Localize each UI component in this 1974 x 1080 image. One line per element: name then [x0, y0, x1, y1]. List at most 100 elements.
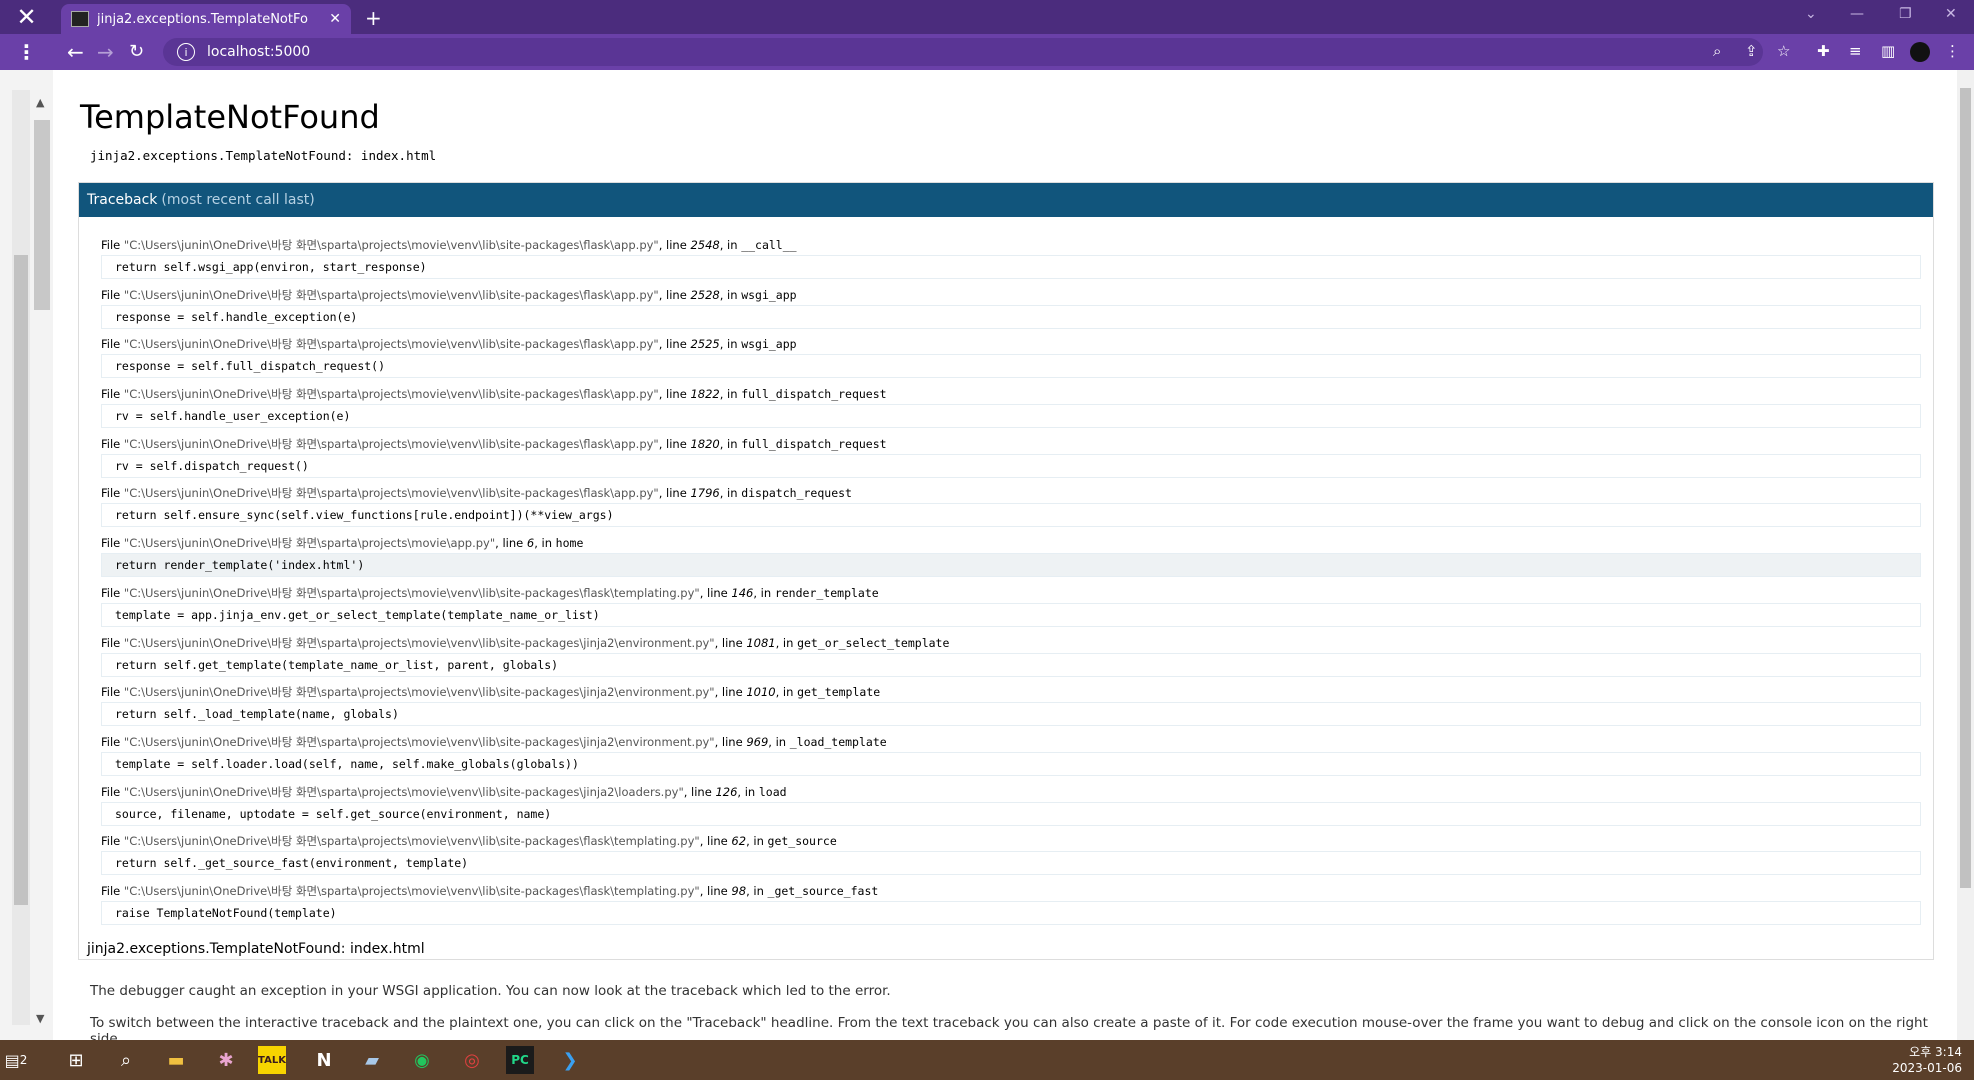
page-scrollbar[interactable] [1957, 70, 1974, 1040]
frame-code[interactable]: source, filename, uptodate = self.get_so… [101, 801, 1921, 826]
more-menu-icon[interactable]: ⋮ [0, 34, 53, 70]
frame-code[interactable]: return render_template('index.html') [101, 553, 1921, 578]
restore-icon[interactable]: ❐ [1899, 6, 1912, 22]
frame-code[interactable]: response = self.handle_exception(e) [101, 304, 1921, 329]
frame-function: home [555, 536, 584, 551]
frame-function: get_template [797, 685, 881, 700]
browser-tab[interactable]: jinja2.exceptions.TemplateNotFo ✕ [61, 4, 351, 34]
frame-code[interactable]: rv = self.handle_user_exception(e) [101, 404, 1921, 429]
tab-search-icon[interactable]: ⌄ [1805, 6, 1817, 22]
frame-code[interactable]: raise TemplateNotFound(template) [101, 900, 1921, 925]
clock-time: 오후 3:14 [1909, 1045, 1962, 1059]
slack-icon[interactable]: ✱ [212, 1046, 240, 1074]
app-icon[interactable]: ◉ [408, 1046, 436, 1074]
traceback-frame[interactable]: File "C:\Users\junin\OneDrive\바탕 화면\spar… [101, 682, 1921, 732]
traceback-frame[interactable]: File "C:\Users\junin\OneDrive\바탕 화면\spar… [101, 285, 1921, 335]
forward-icon[interactable]: → [97, 40, 114, 64]
file-explorer-icon[interactable]: ▬ [162, 1046, 190, 1074]
side-panel-icon[interactable]: ▥ [1881, 42, 1895, 60]
traceback-frame[interactable]: File "C:\Users\junin\OneDrive\바탕 화면\spar… [101, 235, 1921, 285]
frame-path: "C:\Users\junin\OneDrive\바탕 화면\sparta\pr… [123, 337, 659, 352]
frame-code[interactable]: rv = self.dispatch_request() [101, 453, 1921, 478]
site-info-icon[interactable]: i [177, 43, 195, 61]
extensions-icon[interactable]: ✚ [1817, 42, 1830, 60]
bookmark-star-icon[interactable]: ☆ [1777, 42, 1790, 60]
traceback-frame[interactable]: File "C:\Users\junin\OneDrive\바탕 화면\spar… [101, 483, 1921, 533]
scroll-up-icon[interactable]: ▲ [36, 96, 44, 109]
traceback-frame[interactable]: File "C:\Users\junin\OneDrive\바탕 화면\spar… [101, 583, 1921, 633]
minimize-icon[interactable]: — [1850, 6, 1864, 22]
frame-path: "C:\Users\junin\OneDrive\바탕 화면\sparta\pr… [123, 784, 684, 799]
frame-path: "C:\Users\junin\OneDrive\바탕 화면\sparta\pr… [123, 387, 659, 402]
frame-location: File "C:\Users\junin\OneDrive\바탕 화면\spar… [101, 238, 797, 252]
frame-location: File "C:\Users\junin\OneDrive\바탕 화면\spar… [101, 486, 852, 501]
frame-path: "C:\Users\junin\OneDrive\바탕 화면\sparta\pr… [123, 883, 700, 898]
frame-function: get_or_select_template [797, 635, 950, 650]
frame-code[interactable]: return self._load_template(name, globals… [101, 702, 1921, 727]
notion-icon[interactable]: N [310, 1046, 338, 1074]
close-icon[interactable]: ✕ [0, 0, 53, 34]
side-scroll-thumb[interactable] [14, 255, 28, 905]
tab-close-icon[interactable]: ✕ [329, 11, 341, 27]
frame-code[interactable]: return self.get_template(template_name_o… [101, 652, 1921, 677]
kakaotalk-icon[interactable]: TALK [258, 1046, 286, 1074]
windows-start-icon[interactable]: ⊞ [62, 1046, 90, 1074]
frame-line-number: 2548 [690, 238, 720, 252]
frame-line-number: 98 [731, 883, 747, 898]
zoom-icon[interactable]: ⌕ [1713, 42, 1721, 60]
reload-icon[interactable]: ↻ [129, 41, 144, 62]
frame-code[interactable]: template = self.loader.load(self, name, … [101, 751, 1921, 776]
traceback-frame[interactable]: File "C:\Users\junin\OneDrive\바탕 화면\spar… [101, 533, 1921, 583]
frame-path: "C:\Users\junin\OneDrive\바탕 화면\sparta\pr… [123, 536, 496, 551]
frame-location: File "C:\Users\junin\OneDrive\바탕 화면\spar… [101, 387, 887, 402]
frame-location: File "C:\Users\junin\OneDrive\바탕 화면\spar… [101, 834, 837, 849]
traceback-frame[interactable]: File "C:\Users\junin\OneDrive\바탕 화면\spar… [101, 384, 1921, 434]
reading-list-icon[interactable]: ≡ [1849, 42, 1862, 60]
frame-location: File "C:\Users\junin\OneDrive\바탕 화면\spar… [101, 883, 879, 898]
frame-code[interactable]: return self.wsgi_app(environ, start_resp… [101, 255, 1921, 279]
url-text: localhost:5000 [207, 44, 311, 60]
chrome-icon[interactable]: ◎ [458, 1046, 486, 1074]
traceback-frame[interactable]: File "C:\Users\junin\OneDrive\바탕 화면\spar… [101, 782, 1921, 832]
traceback-frame[interactable]: File "C:\Users\junin\OneDrive\바탕 화면\spar… [101, 831, 1921, 881]
traceback-frame[interactable]: File "C:\Users\junin\OneDrive\바탕 화면\spar… [101, 633, 1921, 683]
share-icon[interactable]: ⇪ [1745, 42, 1758, 60]
frame-code[interactable]: template = app.jinja_env.get_or_select_t… [101, 602, 1921, 627]
window-close-icon[interactable]: ✕ [1945, 6, 1957, 22]
frame-location: File "C:\Users\junin\OneDrive\바탕 화면\spar… [101, 685, 881, 700]
new-tab-icon[interactable]: + [365, 6, 382, 30]
pycharm-icon[interactable]: PC [506, 1046, 534, 1074]
traceback-panel: Traceback (most recent call last) File "… [78, 182, 1934, 960]
notification-icon[interactable]: ▤ 2 [2, 1046, 30, 1074]
side-scrollbar[interactable] [12, 90, 30, 1025]
frame-line-number: 1081 [746, 635, 776, 650]
back-icon[interactable]: ← [67, 40, 84, 64]
traceback-header[interactable]: Traceback (most recent call last) [79, 183, 1933, 217]
frame-code[interactable]: return self._get_source_fast(environment… [101, 851, 1921, 876]
side-scroll-thumb-secondary[interactable] [34, 120, 50, 310]
traceback-frame[interactable]: File "C:\Users\junin\OneDrive\바탕 화면\spar… [101, 434, 1921, 484]
vscode-icon[interactable]: ❯ [556, 1046, 584, 1074]
address-bar[interactable]: i localhost:5000 [163, 38, 1763, 66]
frame-line-number: 969 [746, 734, 769, 749]
notepad-icon[interactable]: ▰ [358, 1046, 386, 1074]
search-icon[interactable]: ⌕ [112, 1046, 140, 1074]
frame-path: "C:\Users\junin\OneDrive\바탕 화면\sparta\pr… [123, 238, 659, 252]
page-scroll-thumb[interactable] [1960, 88, 1971, 888]
frame-path: "C:\Users\junin\OneDrive\바탕 화면\sparta\pr… [123, 287, 659, 302]
profile-avatar[interactable] [1910, 42, 1930, 62]
terminal-favicon-icon [71, 11, 89, 27]
frame-line-number: 1820 [690, 436, 720, 451]
system-clock[interactable]: 오후 3:14 2023-01-06 [1892, 1044, 1962, 1076]
traceback-frame[interactable]: File "C:\Users\junin\OneDrive\바탕 화면\spar… [101, 881, 1921, 931]
browser-menu-icon[interactable]: ⋮ [1945, 42, 1960, 60]
frame-function: render_template [774, 585, 879, 600]
frame-code[interactable]: response = self.full_dispatch_request() [101, 354, 1921, 379]
frame-code[interactable]: return self.ensure_sync(self.view_functi… [101, 503, 1921, 528]
traceback-frame[interactable]: File "C:\Users\junin\OneDrive\바탕 화면\spar… [101, 334, 1921, 384]
frame-path: "C:\Users\junin\OneDrive\바탕 화면\sparta\pr… [123, 635, 715, 650]
traceback-frame[interactable]: File "C:\Users\junin\OneDrive\바탕 화면\spar… [101, 732, 1921, 782]
frame-location: File "C:\Users\junin\OneDrive\바탕 화면\spar… [101, 635, 950, 650]
frame-location: File "C:\Users\junin\OneDrive\바탕 화면\spar… [101, 734, 887, 749]
scroll-down-icon[interactable]: ▼ [36, 1012, 44, 1025]
